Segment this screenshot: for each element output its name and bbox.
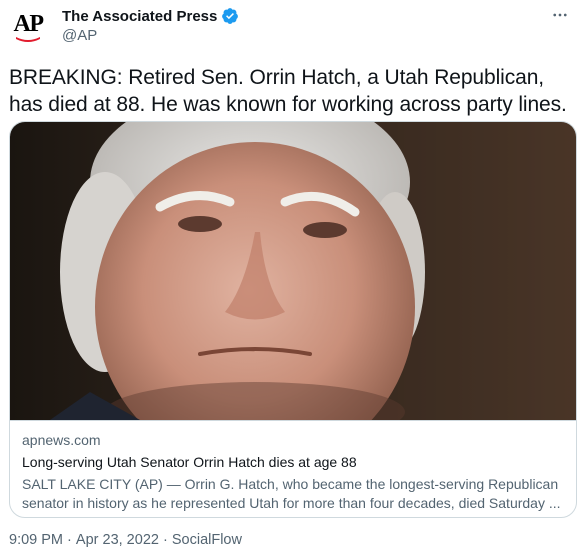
card-divider bbox=[10, 420, 576, 421]
link-card[interactable]: apnews.com Long-serving Utah Senator Orr… bbox=[9, 121, 577, 518]
tweet: AP The Associated Press @AP BREAKING: Re… bbox=[0, 0, 583, 553]
svg-text:AP: AP bbox=[14, 11, 44, 37]
more-horizontal-icon bbox=[553, 13, 567, 17]
tweet-meta: 9:09 PM · Apr 23, 2022 · SocialFlow bbox=[9, 532, 242, 548]
card-domain: apnews.com bbox=[22, 432, 101, 448]
ap-logo-icon: AP bbox=[8, 6, 48, 46]
card-description: SALT LAKE CITY (AP) — Orrin G. Hatch, wh… bbox=[22, 476, 561, 511]
display-name[interactable]: The Associated Press bbox=[62, 8, 217, 25]
tweet-date[interactable]: Apr 23, 2022 bbox=[76, 532, 159, 548]
card-title[interactable]: Long-serving Utah Senator Orrin Hatch di… bbox=[22, 453, 567, 472]
avatar[interactable]: AP bbox=[8, 6, 48, 46]
tweet-time[interactable]: 9:09 PM bbox=[9, 532, 63, 548]
card-body: apnews.com Long-serving Utah Senator Orr… bbox=[22, 431, 567, 513]
tweet-header: AP The Associated Press @AP bbox=[0, 0, 583, 60]
handle[interactable]: @AP bbox=[62, 27, 97, 44]
tweet-text: BREAKING: Retired Sen. Orrin Hatch, a Ut… bbox=[9, 66, 567, 116]
name-row: The Associated Press bbox=[62, 6, 239, 26]
tweet-source[interactable]: SocialFlow bbox=[172, 532, 242, 548]
verified-badge-icon bbox=[221, 7, 239, 25]
more-options-button[interactable] bbox=[547, 2, 573, 28]
card-image[interactable] bbox=[10, 122, 576, 420]
